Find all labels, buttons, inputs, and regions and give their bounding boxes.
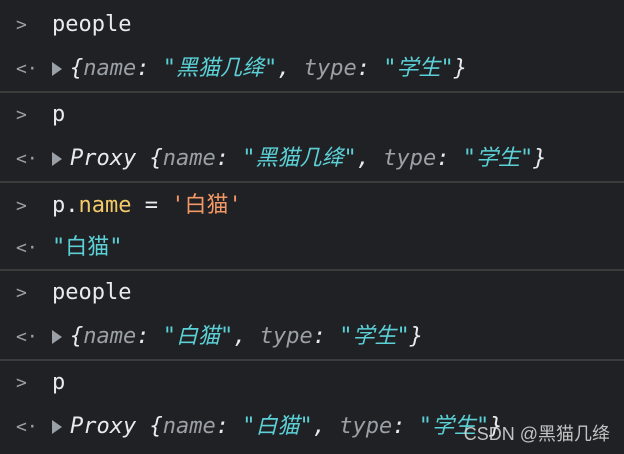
input-prompt-icon: >	[16, 104, 27, 126]
prop-key: type	[303, 56, 357, 81]
code-property: name	[78, 193, 132, 218]
colon: :	[136, 324, 163, 349]
prop-value: "白猫"	[162, 324, 234, 349]
comma: ,	[312, 414, 340, 439]
console-input-row[interactable]: > people	[0, 271, 624, 315]
console-output-row[interactable]: <· {name: "黑猫几绛", type: "学生"}	[0, 47, 624, 91]
colon: :	[356, 56, 384, 81]
output-prompt-icon: <·	[16, 237, 38, 259]
output-prompt-icon: <·	[16, 326, 38, 348]
colon: :	[312, 324, 340, 349]
object-preview[interactable]: Proxy {name: "黑猫几绛", type: "学生"}	[52, 148, 546, 170]
colon: :	[436, 146, 463, 171]
watermark: CSDN @黑猫几绛	[463, 424, 610, 444]
expand-triangle-icon[interactable]	[52, 420, 62, 434]
comma: ,	[277, 56, 304, 81]
input-text: people	[52, 12, 132, 37]
input-prompt-icon: >	[16, 372, 27, 394]
row-divider	[0, 181, 624, 183]
output-prompt-icon: <·	[16, 148, 38, 170]
close-brace: }	[409, 324, 423, 349]
prop-key: name	[83, 324, 137, 349]
object-preview[interactable]: {name: "黑猫几绛", type: "学生"}	[52, 58, 467, 80]
prop-key: name	[83, 56, 137, 81]
open-brace: {	[149, 414, 163, 439]
input-text: p	[52, 370, 66, 395]
expand-triangle-icon[interactable]	[52, 330, 62, 344]
prop-key: type	[383, 146, 437, 171]
input-text: p	[52, 102, 66, 127]
object-class-prefix: Proxy	[70, 414, 150, 439]
console-output-row[interactable]: <· Proxy {name: "黑猫几绛", type: "学生"}	[0, 137, 624, 181]
console-output-row[interactable]: <· "白猫"	[0, 226, 624, 270]
output-prompt-icon: <·	[16, 416, 38, 438]
input-text: people	[52, 280, 132, 305]
colon: :	[215, 414, 243, 439]
code-operator: =	[131, 193, 172, 218]
output-prompt-icon: <·	[16, 58, 38, 80]
prop-value: "学生"	[462, 146, 534, 171]
console-input-row[interactable]: > p	[0, 361, 624, 405]
code-object: p.	[52, 193, 79, 218]
expand-triangle-icon[interactable]	[52, 62, 62, 76]
comma: ,	[233, 324, 260, 349]
prop-key: name	[162, 146, 216, 171]
console-output-row[interactable]: <· {name: "白猫", type: "学生"}	[0, 315, 624, 359]
prop-value: "黑猫几绛"	[162, 56, 278, 81]
comma: ,	[356, 146, 384, 171]
input-prompt-icon: >	[16, 195, 27, 217]
colon: :	[136, 56, 163, 81]
prop-value: "学生"	[383, 56, 454, 81]
code-string-literal: '白猫'	[171, 193, 242, 218]
prop-key: name	[162, 414, 216, 439]
open-brace: {	[70, 324, 84, 349]
prop-key: type	[259, 324, 313, 349]
prop-value: "白猫"	[242, 414, 313, 439]
open-brace: {	[149, 146, 163, 171]
colon: :	[392, 414, 419, 439]
object-preview[interactable]: {name: "白猫", type: "学生"}	[52, 326, 423, 348]
close-brace: }	[453, 56, 467, 81]
devtools-console: > people <· {name: "黑猫几绛", type: "学生"} >…	[0, 0, 624, 454]
object-preview[interactable]: Proxy {name: "白猫", type: "学生"}	[52, 416, 502, 438]
input-prompt-icon: >	[16, 282, 27, 304]
close-brace: }	[533, 146, 547, 171]
input-prompt-icon: >	[16, 14, 27, 36]
object-class-prefix: Proxy	[70, 146, 150, 171]
console-input-row[interactable]: > p	[0, 93, 624, 137]
prop-key: type	[339, 414, 393, 439]
colon: :	[215, 146, 243, 171]
open-brace: {	[70, 56, 84, 81]
prop-value: "学生"	[339, 324, 410, 349]
expand-triangle-icon[interactable]	[52, 152, 62, 166]
console-input-row[interactable]: > p.name = '白猫'	[0, 184, 624, 228]
string-result: "白猫"	[52, 235, 123, 260]
input-code: p.name = '白猫'	[52, 195, 242, 217]
prop-value: "黑猫几绛"	[242, 146, 357, 171]
console-input-row[interactable]: > people	[0, 3, 624, 47]
